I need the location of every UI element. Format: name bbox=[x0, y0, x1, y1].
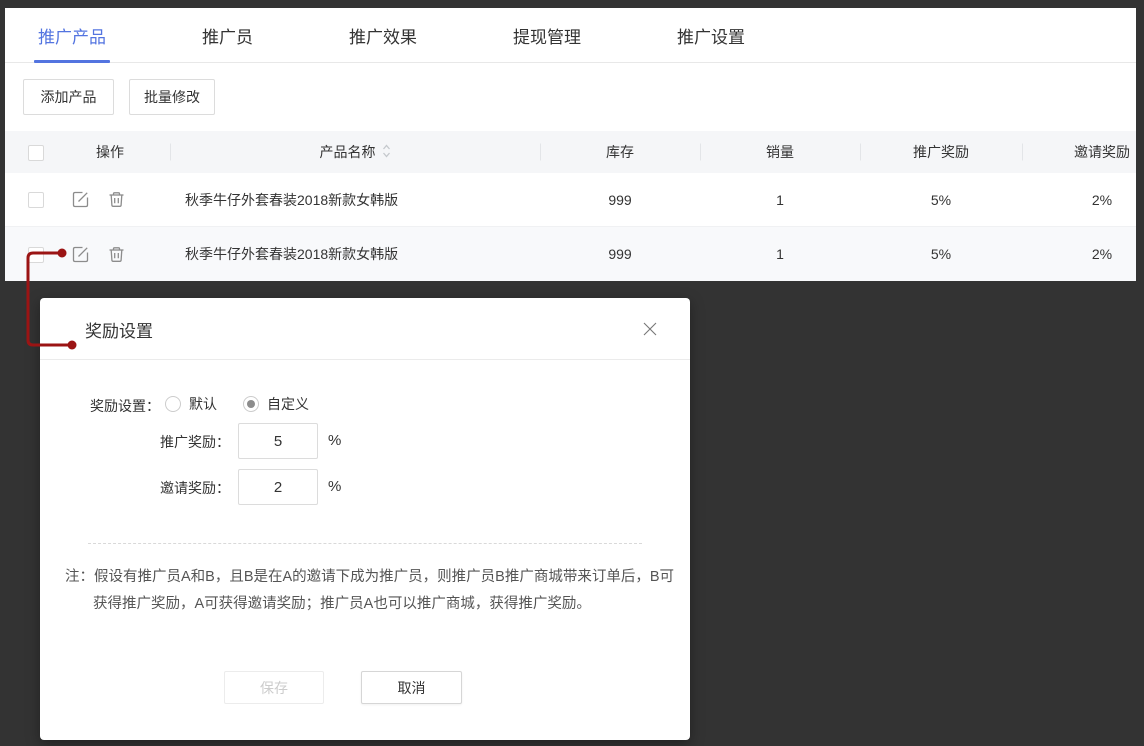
cancel-button[interactable]: 取消 bbox=[361, 671, 462, 704]
tab-promoters[interactable]: 推广员 bbox=[202, 8, 253, 63]
sort-caret-icon[interactable] bbox=[382, 144, 391, 161]
product-name: 秋季牛仔外套春装2018新款女韩版 bbox=[170, 244, 540, 264]
header-invite-reward: 邀请奖励 bbox=[1022, 142, 1136, 162]
note-text: 注：假设有推广员A和B，且B是在A的邀请下成为推广员，则推广员B推广商城带来订单… bbox=[65, 564, 674, 618]
edit-icon[interactable] bbox=[72, 191, 89, 208]
delete-icon[interactable] bbox=[108, 191, 125, 208]
reward-setting-label: 奖励设置： bbox=[90, 396, 160, 416]
product-stock: 999 bbox=[540, 246, 700, 262]
invite-reward-input[interactable] bbox=[238, 469, 318, 505]
main-content-panel: 推广产品 推广员 推广效果 提现管理 推广设置 添加产品 批量修改 操作 产品名… bbox=[5, 8, 1136, 281]
row-checkbox-cell bbox=[5, 191, 50, 208]
tab-bar: 推广产品 推广员 推广效果 提现管理 推广设置 bbox=[5, 8, 1136, 63]
table-row: 秋季牛仔外套春装2018新款女韩版 999 1 5% 2% bbox=[5, 173, 1136, 227]
row-checkbox[interactable] bbox=[28, 192, 44, 208]
product-sales: 1 bbox=[700, 192, 860, 208]
product-reward: 5% bbox=[860, 246, 1022, 262]
radio-custom-label: 自定义 bbox=[267, 394, 309, 414]
product-invite-reward: 2% bbox=[1022, 192, 1136, 208]
add-product-button[interactable]: 添加产品 bbox=[23, 79, 114, 115]
close-icon[interactable] bbox=[642, 321, 658, 337]
header-checkbox-cell bbox=[5, 143, 50, 160]
radio-default-label: 默认 bbox=[189, 394, 217, 414]
radio-default[interactable]: 默认 bbox=[165, 394, 217, 414]
reward-mode-radio-group: 默认 自定义 bbox=[165, 388, 335, 420]
tab-promo-effect[interactable]: 推广效果 bbox=[349, 8, 417, 63]
header-stock: 库存 bbox=[540, 142, 700, 162]
toolbar: 添加产品 批量修改 bbox=[5, 63, 1136, 131]
radio-default-circle[interactable] bbox=[165, 396, 181, 412]
row-checkbox[interactable] bbox=[28, 247, 44, 263]
header-product-name-label: 产品名称 bbox=[320, 144, 376, 160]
modal-header: 奖励设置 bbox=[40, 298, 690, 360]
row-action-cell bbox=[50, 246, 170, 263]
row-action-cell bbox=[50, 191, 170, 208]
header-sales: 销量 bbox=[700, 142, 860, 162]
promo-reward-percent: % bbox=[328, 432, 341, 449]
modal-title: 奖励设置 bbox=[85, 298, 153, 360]
header-action: 操作 bbox=[50, 142, 170, 162]
table-row: 秋季牛仔外套春装2018新款女韩版 999 1 5% 2% bbox=[5, 227, 1136, 281]
radio-custom[interactable]: 自定义 bbox=[243, 394, 309, 414]
note-line-2: 获得推广奖励，A可获得邀请奖励；推广员A也可以推广商城，获得推广奖励。 bbox=[65, 591, 674, 618]
row-checkbox-cell bbox=[5, 245, 50, 262]
tab-promo-products[interactable]: 推广产品 bbox=[38, 8, 106, 63]
product-stock: 999 bbox=[540, 192, 700, 208]
header-product-name[interactable]: 产品名称 bbox=[170, 142, 540, 162]
save-button[interactable]: 保存 bbox=[224, 671, 324, 704]
select-all-checkbox[interactable] bbox=[28, 145, 44, 161]
note-line-1: 注：假设有推广员A和B，且B是在A的邀请下成为推广员，则推广员B推广商城带来订单… bbox=[65, 564, 674, 591]
tab-promo-settings[interactable]: 推广设置 bbox=[677, 8, 745, 63]
header-reward: 推广奖励 bbox=[860, 142, 1022, 162]
dashed-divider bbox=[88, 543, 642, 544]
invite-reward-percent: % bbox=[328, 478, 341, 495]
product-name: 秋季牛仔外套春装2018新款女韩版 bbox=[170, 190, 540, 210]
reward-settings-modal: 奖励设置 奖励设置： 默认 自定义 推广奖励： % 邀请奖励： % 注：假设有推… bbox=[40, 298, 690, 740]
table-header: 操作 产品名称 库存 销量 推广奖励 邀请奖励 bbox=[5, 131, 1136, 173]
invite-reward-label: 邀请奖励： bbox=[145, 478, 230, 498]
radio-custom-circle[interactable] bbox=[243, 396, 259, 412]
edit-icon[interactable] bbox=[72, 246, 89, 263]
product-invite-reward: 2% bbox=[1022, 246, 1136, 262]
delete-icon[interactable] bbox=[108, 246, 125, 263]
promo-reward-label: 推广奖励： bbox=[145, 432, 230, 452]
product-reward: 5% bbox=[860, 192, 1022, 208]
product-sales: 1 bbox=[700, 246, 860, 262]
promo-reward-input[interactable] bbox=[238, 423, 318, 459]
tab-withdraw-management[interactable]: 提现管理 bbox=[513, 8, 581, 63]
batch-edit-button[interactable]: 批量修改 bbox=[129, 79, 215, 115]
